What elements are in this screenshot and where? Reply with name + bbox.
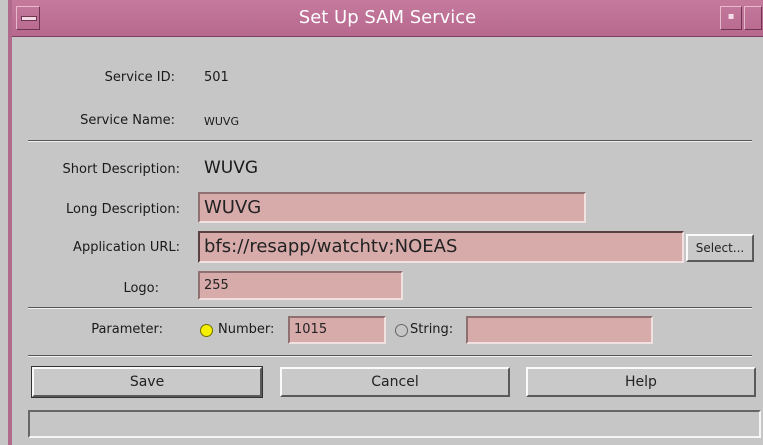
- string-input[interactable]: [466, 316, 653, 344]
- maximize-button[interactable]: [744, 6, 762, 30]
- number-input[interactable]: 1015: [288, 316, 386, 344]
- string-radio-label[interactable]: String:: [410, 322, 453, 337]
- separator-1: [28, 140, 752, 142]
- title-bar[interactable]: Set Up SAM Service ▪: [12, 0, 763, 37]
- number-radio[interactable]: [200, 324, 213, 337]
- application-url-input[interactable]: bfs://resapp/watchtv;NOEAS: [198, 231, 684, 263]
- separator-3: [28, 355, 752, 357]
- logo-input[interactable]: 255: [198, 271, 403, 300]
- long-description-label: Long Description:: [65, 202, 180, 217]
- service-name-value: WUVG: [204, 115, 239, 128]
- string-radio[interactable]: [395, 324, 408, 337]
- service-id-value: 501: [204, 70, 229, 85]
- short-description-value: WUVG: [204, 158, 259, 178]
- service-name-label: Service Name:: [80, 113, 175, 128]
- number-radio-label[interactable]: Number:: [218, 322, 274, 337]
- select-button[interactable]: Select...: [686, 234, 754, 262]
- short-description-label: Short Description:: [62, 162, 180, 177]
- service-id-label: Service ID:: [104, 70, 175, 85]
- application-url-label: Application URL:: [73, 240, 180, 255]
- minimize-button[interactable]: ▪: [720, 6, 742, 30]
- parameter-label: Parameter:: [91, 322, 163, 337]
- cancel-button[interactable]: Cancel: [280, 367, 510, 397]
- long-description-input[interactable]: WUVG: [198, 192, 586, 223]
- minimize-icon: ▪: [727, 11, 735, 22]
- dialog-window: Set Up SAM Service ▪ Service ID: 501 Ser…: [8, 0, 763, 445]
- status-bar: [28, 410, 761, 438]
- help-button[interactable]: Help: [526, 367, 756, 397]
- window-title: Set Up SAM Service: [298, 7, 477, 28]
- separator-2: [28, 307, 752, 309]
- save-button[interactable]: Save: [31, 366, 263, 398]
- logo-label: Logo:: [123, 281, 159, 296]
